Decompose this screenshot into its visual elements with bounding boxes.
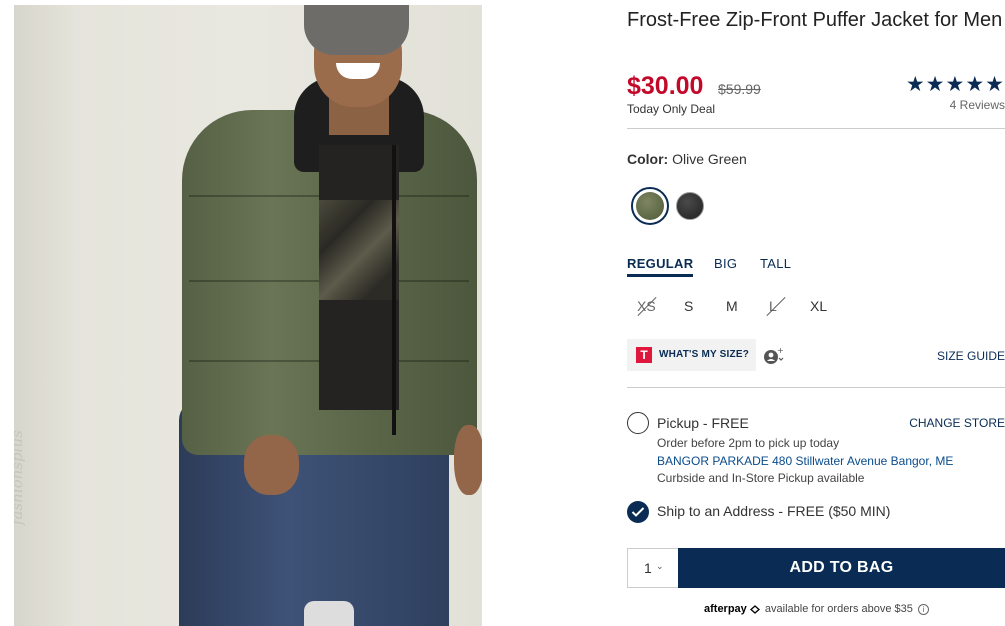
photo-background <box>14 5 74 626</box>
svg-text:+: + <box>777 347 784 355</box>
profile-dropdown-icon[interactable]: + <box>763 347 785 365</box>
color-label: Color: Olive Green <box>627 151 747 167</box>
change-store-link[interactable]: CHANGE STORE <box>909 416 1005 430</box>
rating-stars[interactable]: ★★★★★ <box>906 72 1005 97</box>
color-label-key: Color: <box>627 151 669 167</box>
tab-regular[interactable]: REGULAR <box>627 256 694 277</box>
store-address-link[interactable]: BANGOR PARKADE 480 Stillwater Avenue Ban… <box>657 454 953 468</box>
photo-shoe <box>304 601 354 626</box>
size-m[interactable]: M <box>726 298 738 314</box>
pickup-label[interactable]: Pickup - FREE <box>657 415 749 431</box>
whats-my-size-button[interactable]: T WHAT'S MY SIZE? <box>627 339 756 371</box>
chevron-down-icon: ⌄ <box>656 561 664 571</box>
product-title: Frost-Free Zip-Front Puffer Jacket for M… <box>627 9 1003 31</box>
divider <box>627 387 1005 388</box>
pickup-availability-text: Curbside and In-Store Pickup available <box>657 471 865 485</box>
swatch-black[interactable] <box>676 192 704 220</box>
deal-label: Today Only Deal <box>627 102 716 116</box>
photo-zipper <box>392 145 396 435</box>
image-watermark: fashionsplus <box>14 430 26 525</box>
ship-radio[interactable] <box>627 501 649 523</box>
afterpay-arrows-icon <box>749 604 760 614</box>
afterpay-text: available for orders above $35 <box>764 603 913 615</box>
size-xl[interactable]: XL <box>810 298 827 314</box>
reviews-link[interactable]: 4 Reviews <box>950 98 1005 112</box>
quantity-value: 1 <box>644 560 652 576</box>
sale-price: $30.00 <box>627 72 704 100</box>
afterpay-banner: afterpay available for orders above $35 … <box>704 603 929 615</box>
original-price: $59.99 <box>718 81 761 97</box>
tab-tall[interactable]: TALL <box>760 256 791 271</box>
pickup-cutoff-text: Order before 2pm to pick up today <box>657 436 840 450</box>
size-xs[interactable]: XS <box>637 296 657 317</box>
pickup-radio[interactable] <box>627 412 649 434</box>
checkmark-icon <box>631 507 645 517</box>
divider <box>627 128 1005 129</box>
photo-beanie <box>304 5 409 55</box>
product-image[interactable]: fashionsplus <box>14 5 482 626</box>
size-s[interactable]: S <box>684 298 693 314</box>
ship-label[interactable]: Ship to an Address - FREE ($50 MIN) <box>657 503 890 519</box>
photo-hand <box>454 425 482 495</box>
quantity-select[interactable]: 1 ⌄ <box>627 548 678 588</box>
fit-tool-logo-icon: T <box>636 347 652 363</box>
color-value: Olive Green <box>672 151 747 167</box>
photo-hand <box>244 435 299 495</box>
afterpay-logo: afterpay <box>704 603 747 615</box>
whats-my-size-label: WHAT'S MY SIZE? <box>659 349 750 360</box>
add-to-bag-button[interactable]: ADD TO BAG <box>678 548 1005 588</box>
tab-big[interactable]: BIG <box>714 256 737 271</box>
size-l[interactable]: L <box>766 296 786 317</box>
swatch-olive-green[interactable] <box>636 192 664 220</box>
price-row: $30.00 $59.99 Today Only Deal ★★★★★ 4 Re… <box>627 72 1005 120</box>
info-icon[interactable]: i <box>917 603 929 615</box>
photo-camo <box>319 200 399 300</box>
size-guide-link[interactable]: SIZE GUIDE <box>937 349 1005 363</box>
